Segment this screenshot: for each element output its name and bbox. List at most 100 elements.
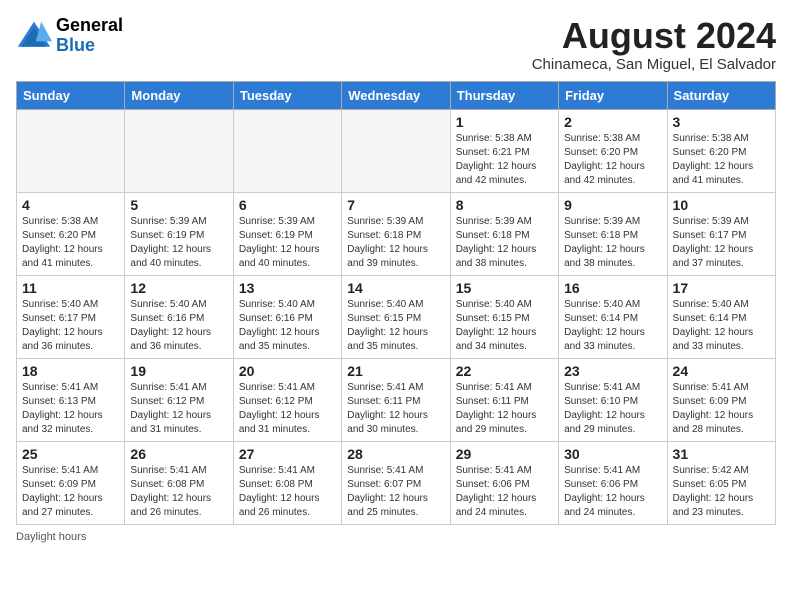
day-info: Sunrise: 5:40 AM Sunset: 6:15 PM Dayligh… — [456, 298, 553, 354]
day-number: 6 — [239, 197, 336, 213]
day-number: 22 — [456, 363, 553, 379]
day-number: 28 — [347, 446, 444, 462]
calendar-day-header: Wednesday — [342, 81, 450, 109]
calendar-day-header: Saturday — [667, 81, 775, 109]
calendar-cell: 12 Sunrise: 5:40 AM Sunset: 6:16 PM Dayli… — [125, 275, 233, 358]
day-number: 30 — [564, 446, 661, 462]
day-info: Sunrise: 5:38 AM Sunset: 6:20 PM Dayligh… — [673, 132, 770, 188]
day-info: Sunrise: 5:39 AM Sunset: 6:18 PM Dayligh… — [564, 215, 661, 271]
calendar-table: SundayMondayTuesdayWednesdayThursdayFrid… — [16, 81, 776, 525]
day-number: 25 — [22, 446, 119, 462]
calendar-cell: 9 Sunrise: 5:39 AM Sunset: 6:18 PM Daylig… — [559, 192, 667, 275]
day-info: Sunrise: 5:38 AM Sunset: 6:21 PM Dayligh… — [456, 132, 553, 188]
calendar-cell: 22 Sunrise: 5:41 AM Sunset: 6:11 PM Dayli… — [450, 358, 558, 441]
calendar-cell — [233, 109, 341, 192]
calendar-cell: 13Sunrise: 5:40 AM Sunset: 6:16 PM Dayli… — [233, 275, 341, 358]
location-subtitle: Chinameca, San Miguel, El Salvador — [532, 56, 776, 73]
day-number: 1 — [456, 114, 553, 130]
day-number: 19 — [130, 363, 227, 379]
day-number: 9 — [564, 197, 661, 213]
day-info: Sunrise: 5:41 AM Sunset: 6:11 PM Dayligh… — [347, 381, 444, 437]
day-number: 11 — [22, 280, 119, 296]
calendar-cell: 20 Sunrise: 5:41 AM Sunset: 6:12 PM Dayli… — [233, 358, 341, 441]
day-info: Sunrise: 5:39 AM Sunset: 6:19 PM Dayligh… — [130, 215, 227, 271]
day-number: 2 — [564, 114, 661, 130]
logo: General Blue — [16, 16, 123, 56]
calendar-cell: 2Sunrise: 5:38 AM Sunset: 6:20 PM Daylig… — [559, 109, 667, 192]
day-info: Sunrise: 5:38 AM Sunset: 6:20 PM Dayligh… — [22, 215, 119, 271]
calendar-cell: 28Sunrise: 5:41 AM Sunset: 6:07 PM Dayli… — [342, 441, 450, 524]
calendar-cell — [342, 109, 450, 192]
day-number: 8 — [456, 197, 553, 213]
day-number: 14 — [347, 280, 444, 296]
calendar-cell: 10Sunrise: 5:39 AM Sunset: 6:17 PM Dayli… — [667, 192, 775, 275]
day-number: 16 — [564, 280, 661, 296]
day-number: 17 — [673, 280, 770, 296]
day-number: 7 — [347, 197, 444, 213]
month-year-title: August 2024 — [532, 16, 776, 56]
day-number: 12 — [130, 280, 227, 296]
day-number: 13 — [239, 280, 336, 296]
calendar-cell: 31Sunrise: 5:42 AM Sunset: 6:05 PM Dayli… — [667, 441, 775, 524]
calendar-cell: 23Sunrise: 5:41 AM Sunset: 6:10 PM Dayli… — [559, 358, 667, 441]
day-info: Sunrise: 5:39 AM Sunset: 6:18 PM Dayligh… — [456, 215, 553, 271]
calendar-cell: 21 Sunrise: 5:41 AM Sunset: 6:11 PM Dayli… — [342, 358, 450, 441]
day-number: 15 — [456, 280, 553, 296]
calendar-cell: 5 Sunrise: 5:39 AM Sunset: 6:19 PM Daylig… — [125, 192, 233, 275]
day-info: Sunrise: 5:40 AM Sunset: 6:16 PM Dayligh… — [130, 298, 227, 354]
daylight-hours-label: Daylight hours — [16, 531, 86, 543]
day-info: Sunrise: 5:41 AM Sunset: 6:06 PM Dayligh… — [564, 464, 661, 520]
calendar-week-row: 4 Sunrise: 5:38 AM Sunset: 6:20 PM Daylig… — [17, 192, 776, 275]
calendar-day-header: Sunday — [17, 81, 125, 109]
calendar-cell: 7Sunrise: 5:39 AM Sunset: 6:18 PM Daylig… — [342, 192, 450, 275]
calendar-cell — [17, 109, 125, 192]
day-number: 20 — [239, 363, 336, 379]
day-number: 21 — [347, 363, 444, 379]
calendar-cell — [125, 109, 233, 192]
day-number: 31 — [673, 446, 770, 462]
day-info: Sunrise: 5:41 AM Sunset: 6:13 PM Dayligh… — [22, 381, 119, 437]
day-number: 23 — [564, 363, 661, 379]
day-info: Sunrise: 5:39 AM Sunset: 6:19 PM Dayligh… — [239, 215, 336, 271]
day-info: Sunrise: 5:41 AM Sunset: 6:06 PM Dayligh… — [456, 464, 553, 520]
logo-icon — [16, 18, 52, 54]
day-info: Sunrise: 5:40 AM Sunset: 6:17 PM Dayligh… — [22, 298, 119, 354]
calendar-cell: 29Sunrise: 5:41 AM Sunset: 6:06 PM Dayli… — [450, 441, 558, 524]
calendar-week-row: 18 Sunrise: 5:41 AM Sunset: 6:13 PM Dayli… — [17, 358, 776, 441]
calendar-cell: 27Sunrise: 5:41 AM Sunset: 6:08 PM Dayli… — [233, 441, 341, 524]
calendar-cell: 26 Sunrise: 5:41 AM Sunset: 6:08 PM Dayli… — [125, 441, 233, 524]
calendar-cell: 6 Sunrise: 5:39 AM Sunset: 6:19 PM Daylig… — [233, 192, 341, 275]
calendar-week-row: 11 Sunrise: 5:40 AM Sunset: 6:17 PM Dayli… — [17, 275, 776, 358]
day-info: Sunrise: 5:39 AM Sunset: 6:17 PM Dayligh… — [673, 215, 770, 271]
day-info: Sunrise: 5:41 AM Sunset: 6:08 PM Dayligh… — [239, 464, 336, 520]
calendar-cell: 14Sunrise: 5:40 AM Sunset: 6:15 PM Dayli… — [342, 275, 450, 358]
day-number: 24 — [673, 363, 770, 379]
day-info: Sunrise: 5:41 AM Sunset: 6:12 PM Dayligh… — [130, 381, 227, 437]
calendar-cell: 4 Sunrise: 5:38 AM Sunset: 6:20 PM Daylig… — [17, 192, 125, 275]
day-number: 18 — [22, 363, 119, 379]
calendar-day-header: Friday — [559, 81, 667, 109]
day-info: Sunrise: 5:41 AM Sunset: 6:08 PM Dayligh… — [130, 464, 227, 520]
day-number: 3 — [673, 114, 770, 130]
calendar-header-row: SundayMondayTuesdayWednesdayThursdayFrid… — [17, 81, 776, 109]
calendar-day-header: Tuesday — [233, 81, 341, 109]
calendar-week-row: 1 Sunrise: 5:38 AM Sunset: 6:21 PM Daylig… — [17, 109, 776, 192]
calendar-cell: 11 Sunrise: 5:40 AM Sunset: 6:17 PM Dayli… — [17, 275, 125, 358]
day-number: 4 — [22, 197, 119, 213]
day-info: Sunrise: 5:41 AM Sunset: 6:12 PM Dayligh… — [239, 381, 336, 437]
calendar-cell: 17Sunrise: 5:40 AM Sunset: 6:14 PM Dayli… — [667, 275, 775, 358]
calendar-cell: 25Sunrise: 5:41 AM Sunset: 6:09 PM Dayli… — [17, 441, 125, 524]
calendar-cell: 30 Sunrise: 5:41 AM Sunset: 6:06 PM Dayli… — [559, 441, 667, 524]
day-number: 5 — [130, 197, 227, 213]
day-info: Sunrise: 5:41 AM Sunset: 6:09 PM Dayligh… — [673, 381, 770, 437]
calendar-cell: 3 Sunrise: 5:38 AM Sunset: 6:20 PM Daylig… — [667, 109, 775, 192]
calendar-cell: 15 Sunrise: 5:40 AM Sunset: 6:15 PM Dayli… — [450, 275, 558, 358]
calendar-cell: 8 Sunrise: 5:39 AM Sunset: 6:18 PM Daylig… — [450, 192, 558, 275]
calendar-cell: 24 Sunrise: 5:41 AM Sunset: 6:09 PM Dayli… — [667, 358, 775, 441]
calendar-cell: 1 Sunrise: 5:38 AM Sunset: 6:21 PM Daylig… — [450, 109, 558, 192]
day-info: Sunrise: 5:41 AM Sunset: 6:11 PM Dayligh… — [456, 381, 553, 437]
calendar-week-row: 25Sunrise: 5:41 AM Sunset: 6:09 PM Dayli… — [17, 441, 776, 524]
day-number: 26 — [130, 446, 227, 462]
page-header: General Blue August 2024 Chinameca, San … — [16, 16, 776, 73]
calendar-cell: 16Sunrise: 5:40 AM Sunset: 6:14 PM Dayli… — [559, 275, 667, 358]
